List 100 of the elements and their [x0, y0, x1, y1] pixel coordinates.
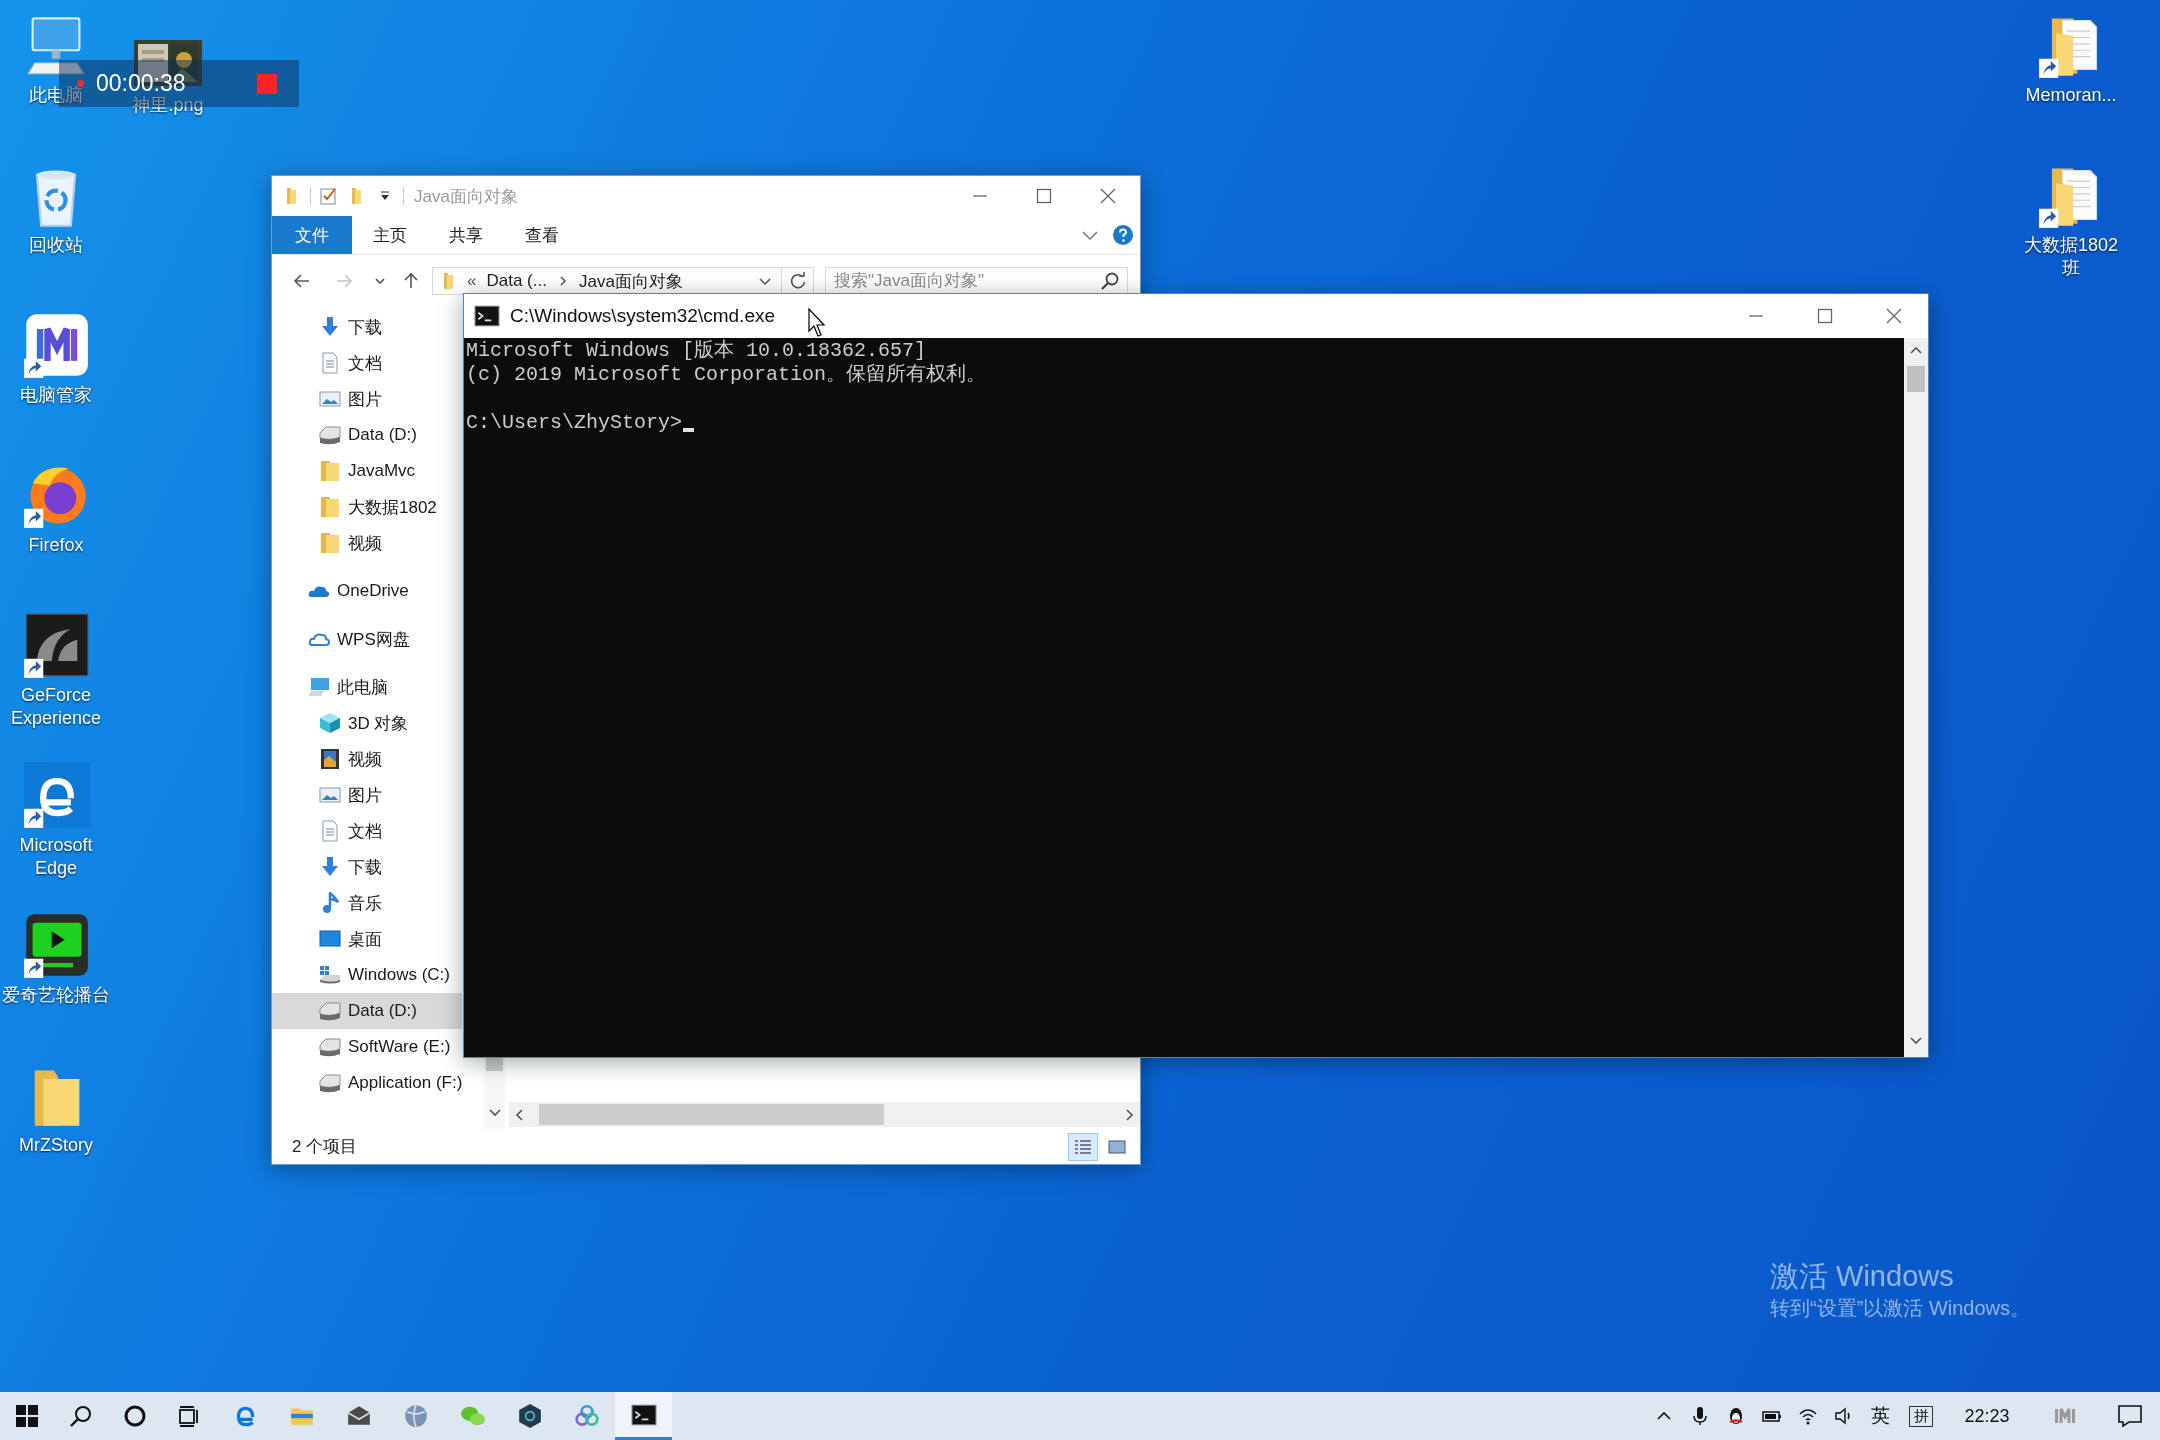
checkbox-icon[interactable]	[319, 186, 339, 206]
nav-item[interactable]: 下载	[272, 849, 385, 885]
search-icon[interactable]	[69, 1404, 93, 1428]
cube-icon	[319, 712, 341, 734]
nav-item[interactable]: Data (D:)	[272, 417, 420, 453]
breadcrumb[interactable]: Java面向对象	[576, 269, 685, 293]
search-icon[interactable]	[1100, 271, 1120, 291]
taskbar-app[interactable]	[615, 1392, 672, 1440]
command-prompt: C:\Users\ZhyStory>	[466, 411, 683, 435]
scroll-left-icon[interactable]	[515, 1107, 525, 1122]
nav-item[interactable]: 大数据1802	[272, 489, 440, 525]
view-button[interactable]	[1068, 1132, 1098, 1161]
maximize-icon[interactable]	[1815, 307, 1834, 325]
nav-item[interactable]: 图片	[272, 777, 385, 813]
terminal-output-line: (c) 2019 Microsoft Corporation。保留所有权利。	[466, 363, 987, 387]
notifications-icon[interactable]	[2117, 1404, 2143, 1428]
nav-item[interactable]: Data (D:)	[272, 993, 462, 1029]
folder-icon	[319, 532, 341, 554]
microphone-icon[interactable]	[1690, 1406, 1710, 1426]
nav-item[interactable]: 下载	[272, 309, 385, 345]
nav-item[interactable]: 桌面	[272, 921, 385, 957]
refresh-button[interactable]	[782, 267, 814, 295]
scrollbar-thumb[interactable]	[539, 1104, 884, 1125]
nav-item[interactable]: 文档	[272, 345, 385, 381]
rings-icon	[573, 1403, 600, 1429]
breadcrumb[interactable]: Data (...	[484, 271, 549, 291]
nav-item[interactable]: 此电脑	[272, 669, 391, 705]
nav-item[interactable]: Application (F:)	[272, 1065, 466, 1101]
window-title: C:\Windows\system32\cmd.exe	[510, 305, 776, 327]
drive-icon	[319, 1000, 341, 1022]
folder-icon	[319, 496, 341, 518]
details-view-icon[interactable]	[1073, 1137, 1093, 1156]
clock[interactable]: 22:23	[1944, 1405, 2030, 1427]
scrollbar-thumb[interactable]	[1907, 366, 1925, 392]
desktop-icon	[319, 928, 341, 950]
nav-item[interactable]: 音乐	[272, 885, 385, 921]
icon-label: 爱奇艺轮播台	[2, 984, 110, 1007]
video-player-icon[interactable]	[22, 912, 90, 980]
terminal-output-line: Microsoft Windows [版本 10.0.18362.657]	[466, 339, 927, 363]
recording-timer: 00:00:38	[96, 70, 186, 96]
nav-item[interactable]: JavaMvc	[272, 453, 419, 489]
terminal-icon	[474, 303, 500, 329]
icon-label: Memoran...	[2025, 84, 2117, 107]
picture-icon	[319, 388, 341, 410]
picture-icon	[319, 784, 341, 806]
input-mode-indicator[interactable]: 拼	[1909, 1405, 1933, 1427]
nav-item[interactable]: 视频	[272, 525, 385, 561]
search-field[interactable]: 搜索"Java面向对象"	[825, 267, 1128, 295]
preview-view-icon[interactable]	[1107, 1137, 1127, 1156]
nav-item[interactable]: 文档	[272, 813, 385, 849]
scroll-up-icon[interactable]	[1909, 345, 1923, 355]
document-icon	[319, 820, 341, 842]
nav-item[interactable]: 图片	[272, 381, 385, 417]
ribbon-tab[interactable]: 文件	[272, 216, 352, 254]
scrollbar[interactable]	[484, 1057, 505, 1129]
icon-label: 电脑管家	[20, 384, 92, 407]
nav-item[interactable]: Windows (C:)	[272, 957, 453, 993]
graphics-app-icon[interactable]	[22, 612, 90, 680]
icon-label: Firefox	[28, 534, 84, 557]
nav-item[interactable]: 3D 对象	[272, 705, 412, 741]
nav-item[interactable]: SoftWare (E:)	[272, 1029, 454, 1065]
download-arrow-icon	[319, 856, 341, 878]
nav-item[interactable]: 视频	[272, 741, 385, 777]
edge-browser-icon[interactable]	[22, 762, 90, 830]
icon-label: 此电脑	[29, 84, 83, 107]
scrollbar[interactable]	[1904, 338, 1928, 1057]
activation-message: 转到“设置”以激活 Windows。	[1770, 1296, 2030, 1321]
task-view-icon[interactable]	[177, 1404, 201, 1428]
folder-icon	[319, 460, 341, 482]
scroll-down-icon[interactable]	[1909, 1036, 1923, 1046]
bars-logo-icon[interactable]	[22, 312, 90, 380]
close-icon[interactable]	[1884, 307, 1903, 325]
ribbon-tab[interactable]: 查看	[504, 216, 580, 254]
ribbon-tab[interactable]: 共享	[428, 216, 504, 254]
close-icon[interactable]	[1099, 187, 1117, 205]
system-drive-icon	[319, 964, 341, 986]
scroll-down-icon[interactable]	[487, 1108, 502, 1118]
globe-icon	[402, 1403, 429, 1429]
window-title: Java面向对象	[414, 185, 518, 208]
icon-label: 大数据1802班	[2022, 234, 2119, 280]
help-icon[interactable]	[1112, 224, 1134, 246]
overflow-chevron[interactable]: «	[467, 271, 477, 291]
icon-label: MrZStory	[19, 1134, 93, 1157]
text-cursor	[683, 428, 695, 432]
icon-label: 回收站	[29, 234, 83, 257]
icon-label: GeForce Experience	[9, 684, 103, 730]
ribbon-tab[interactable]: 主页	[352, 216, 428, 254]
drive-icon	[319, 1036, 341, 1058]
windows-logo-icon[interactable]	[16, 1405, 38, 1427]
scrollbar[interactable]	[509, 1102, 1140, 1127]
drive-icon	[319, 424, 341, 446]
scroll-right-icon[interactable]	[1124, 1107, 1134, 1122]
maximize-icon[interactable]	[1035, 187, 1053, 205]
download-arrow-icon	[319, 316, 341, 338]
input-language[interactable]: 英	[1862, 1403, 1898, 1429]
nav-item[interactable]: OneDrive	[272, 573, 412, 609]
drive-icon	[319, 1072, 341, 1094]
circle-icon[interactable]	[123, 1404, 147, 1428]
nav-item[interactable]: WPS网盘	[272, 621, 413, 657]
wifi-icon[interactable]	[1798, 1406, 1818, 1426]
